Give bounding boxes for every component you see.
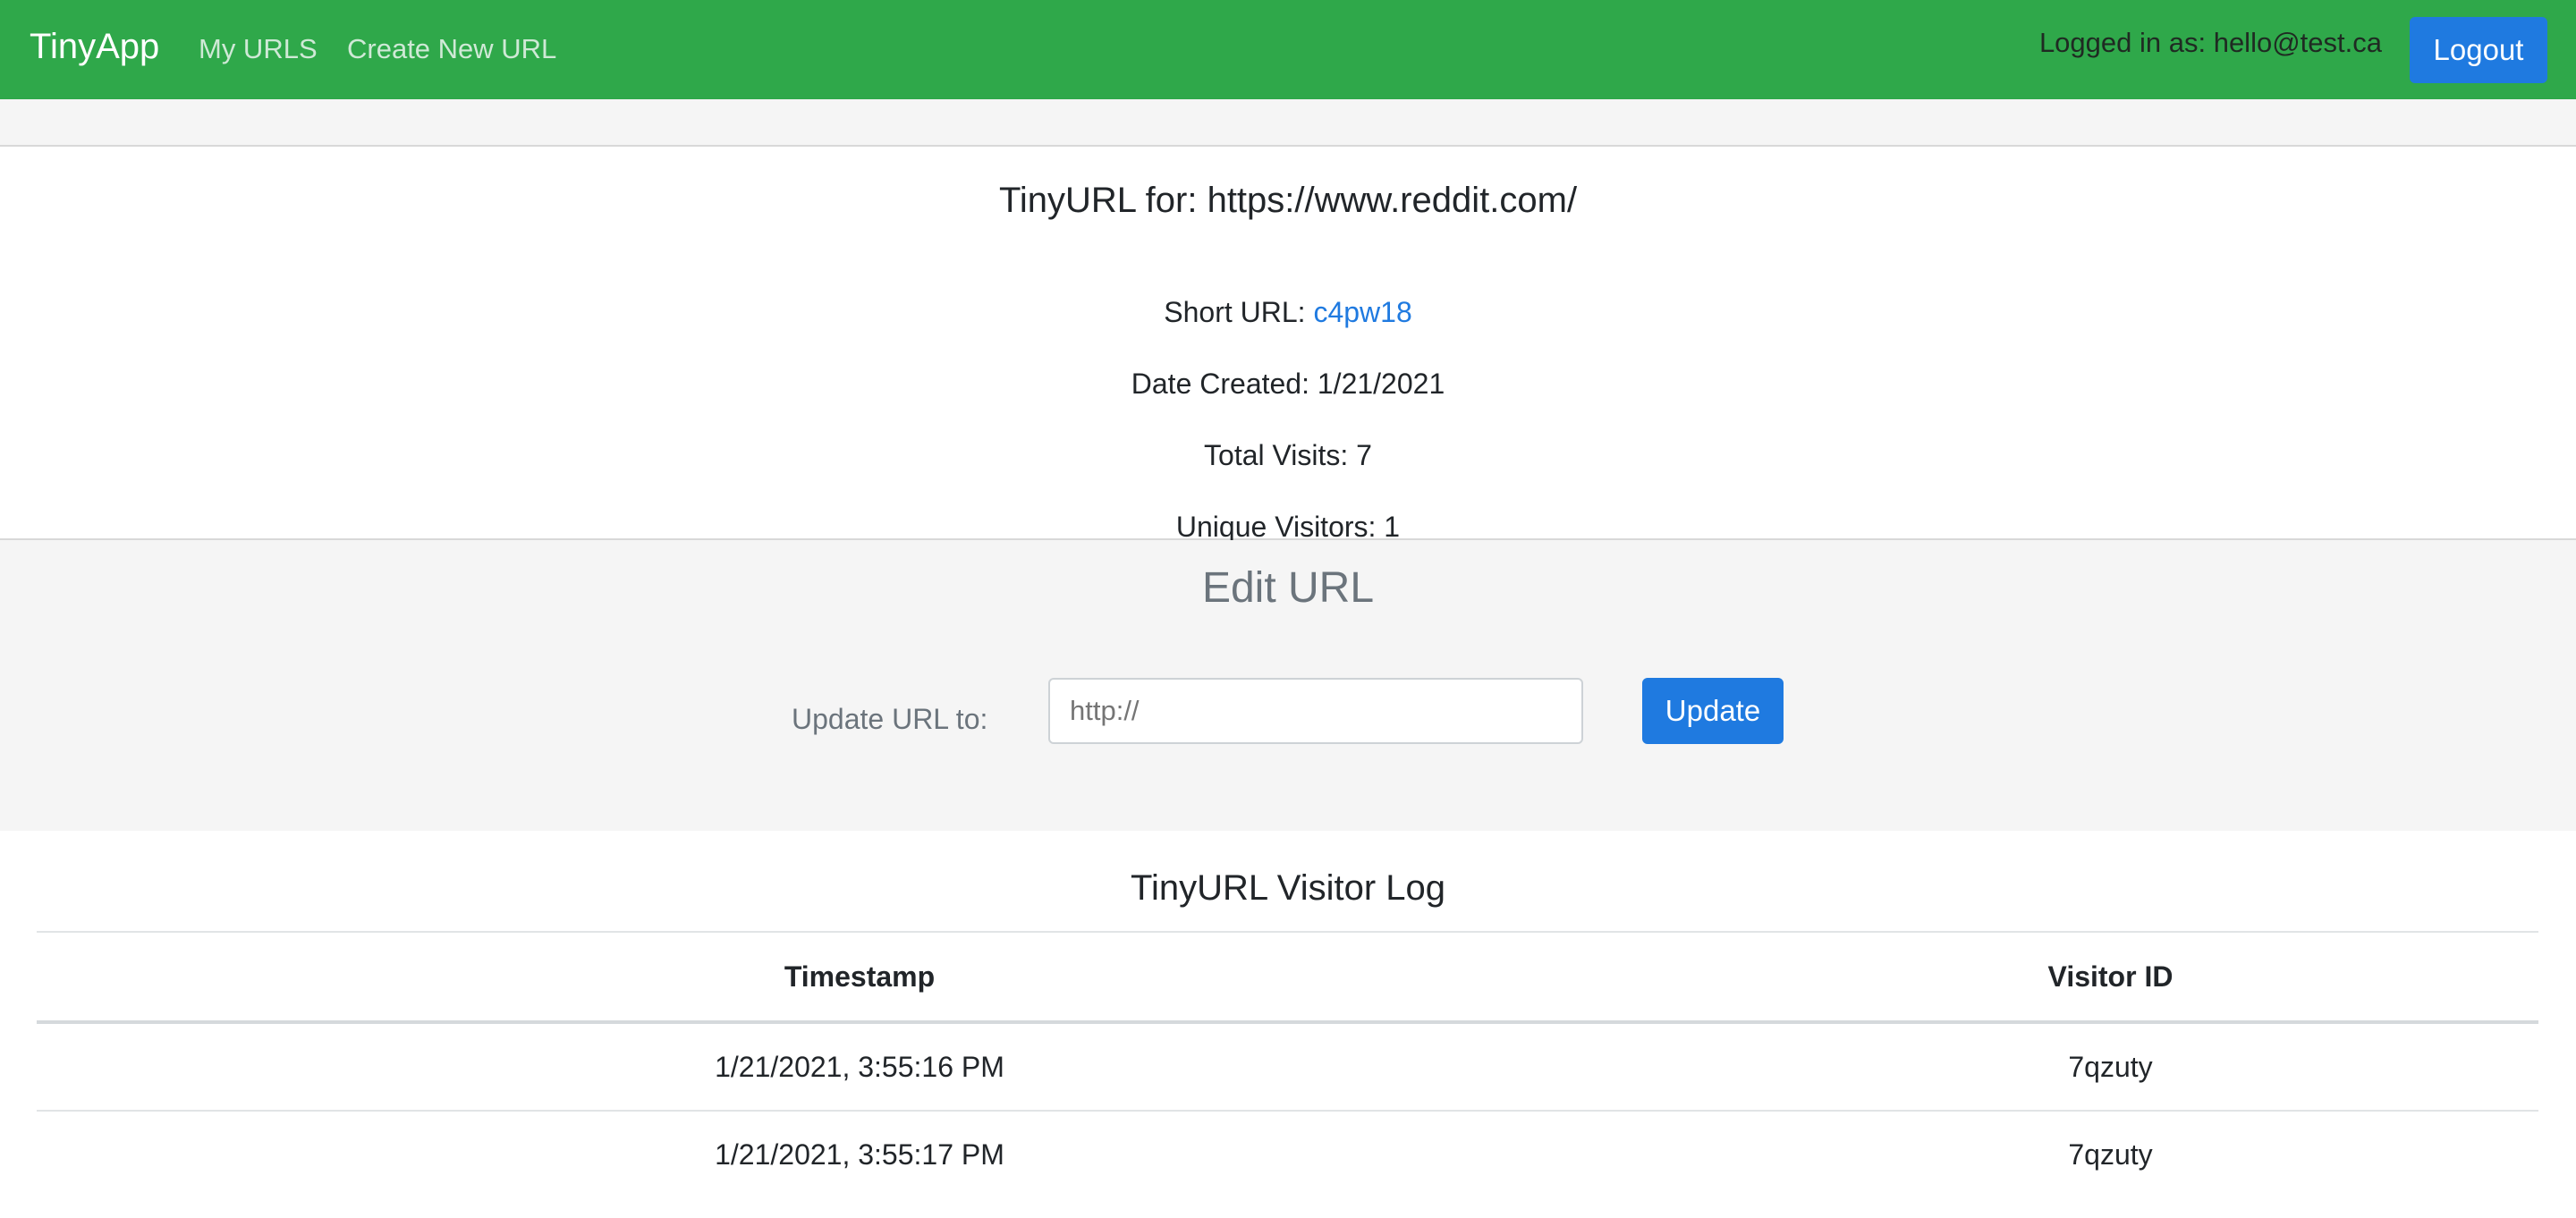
unique-visitors: Unique Visitors: 1	[1175, 511, 1401, 543]
date-created: Date Created: 1/21/2021	[1131, 368, 1445, 400]
column-header-timestamp: Timestamp	[37, 931, 1682, 1024]
update-url-input[interactable]	[1048, 678, 1583, 744]
short-url-label: Short URL:	[1164, 296, 1314, 328]
short-url-link[interactable]: c4pw18	[1313, 296, 1411, 328]
update-url-label: Update URL to:	[792, 703, 988, 735]
edit-url-section: Edit URL Update URL to: Update	[0, 540, 2576, 831]
navbar: TinyApp My URLS Create New URL Logged in…	[0, 0, 2576, 99]
table-row: 1/21/2021, 3:55:17 PM 7qzuty	[37, 1110, 2538, 1197]
url-title: TinyURL for: https://www.reddit.com/	[998, 181, 1578, 220]
table-header-row: Timestamp Visitor ID	[37, 931, 2538, 1024]
nav-create-new-url[interactable]: Create New URL	[347, 33, 556, 65]
logout-button[interactable]: Logout	[2410, 17, 2547, 83]
visitor-log-table: Timestamp Visitor ID 1/21/2021, 3:55:16 …	[37, 931, 2538, 1197]
column-header-visitor-id: Visitor ID	[1682, 931, 2538, 1024]
brand-logo[interactable]: TinyApp	[30, 27, 159, 67]
url-info-card: TinyURL for: https://www.reddit.com/ Sho…	[0, 147, 2576, 543]
table-row: 1/21/2021, 3:55:16 PM 7qzuty	[37, 1021, 2538, 1111]
nav-my-urls[interactable]: My URLS	[199, 33, 318, 65]
visitor-log-title: TinyURL Visitor Log	[1131, 868, 1445, 908]
timestamp-cell: 1/21/2021, 3:55:17 PM	[37, 1110, 1682, 1197]
edit-url-title: Edit URL	[1201, 564, 1375, 612]
visitor-id-cell: 7qzuty	[1682, 1021, 2538, 1111]
top-spacer	[0, 99, 2576, 147]
short-url-line: Short URL: c4pw18	[0, 296, 2576, 329]
timestamp-cell: 1/21/2021, 3:55:16 PM	[37, 1021, 1682, 1111]
visitor-log-section: TinyURL Visitor Log Timestamp Visitor ID…	[0, 831, 2576, 1218]
logged-in-text: Logged in as: hello@test.ca	[2038, 27, 2382, 58]
visitor-id-cell: 7qzuty	[1682, 1110, 2538, 1197]
total-visits: Total Visits: 7	[1204, 439, 1372, 471]
update-button[interactable]: Update	[1642, 678, 1784, 744]
